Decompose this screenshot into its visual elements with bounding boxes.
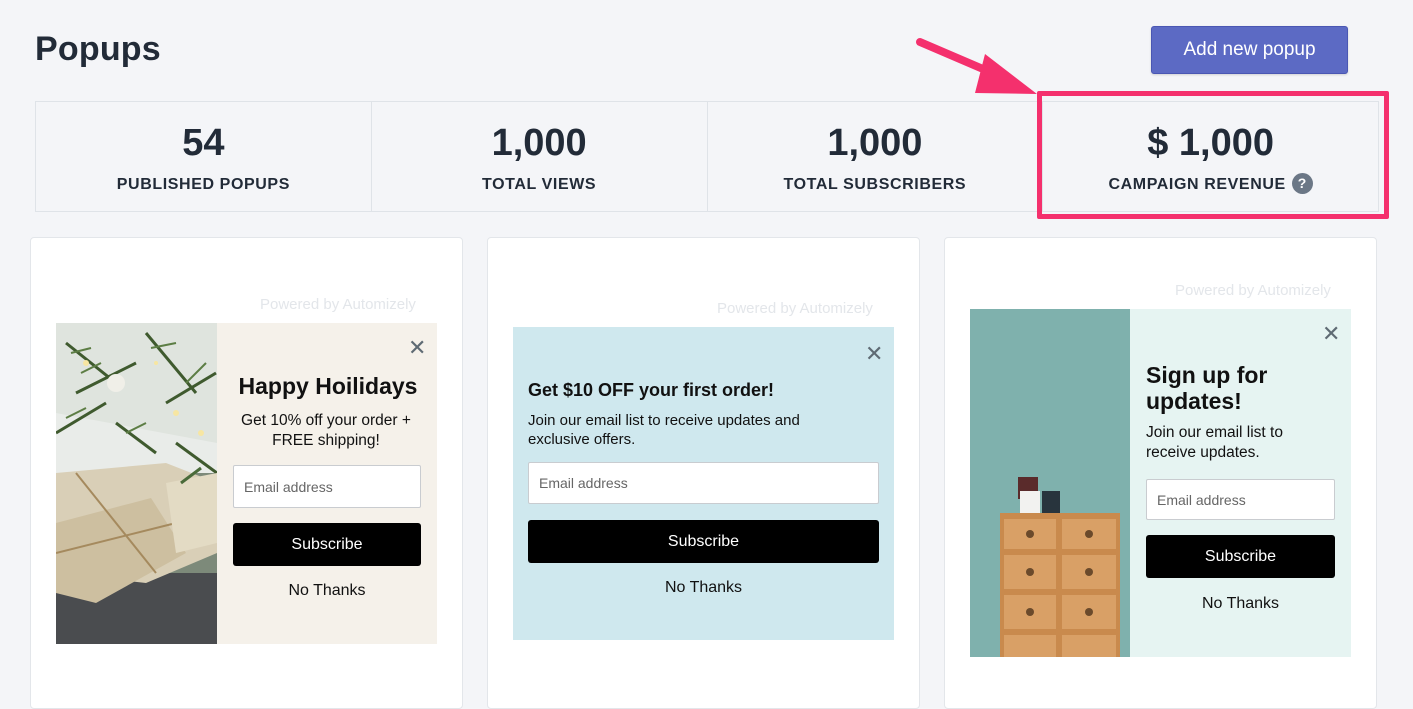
close-icon[interactable]: ✕ (865, 343, 883, 365)
popup-description: Join our email list to receive updates. (1146, 424, 1283, 461)
stat-published-popups: 54 PUBLISHED POPUPS (36, 102, 372, 211)
close-icon[interactable]: ✕ (1322, 323, 1340, 345)
popup-preview: ✕ Get $10 OFF your first order! Join our… (513, 327, 894, 640)
holiday-gifts-image-icon (56, 323, 217, 644)
add-new-popup-button[interactable]: Add new popup (1151, 26, 1348, 74)
stat-value: 1,000 (491, 122, 587, 164)
popup-card-2[interactable]: Powered by Automizely ✕ Get $10 OFF your… (487, 237, 920, 709)
powered-by-text: Powered by Automizely (717, 300, 873, 317)
stat-value: 54 (182, 122, 225, 164)
stat-label: TOTAL SUBSCRIBERS (783, 176, 967, 193)
stat-value: 1,000 (827, 122, 923, 164)
no-thanks-link[interactable]: No Thanks (528, 579, 879, 597)
page-title: Popups (35, 30, 161, 68)
close-icon[interactable]: ✕ (408, 337, 426, 359)
subscribe-button[interactable]: Subscribe (233, 523, 421, 566)
highlight-box (1037, 91, 1389, 219)
email-field[interactable]: Email address (528, 462, 879, 504)
popup-title: Get $10 OFF your first order! (528, 380, 775, 400)
no-thanks-link[interactable]: No Thanks (233, 582, 421, 600)
stat-total-views: 1,000 TOTAL VIEWS (372, 102, 708, 211)
popup-description: Get 10% off your order + FREE shipping! (241, 412, 411, 449)
stat-label: PUBLISHED POPUPS (116, 176, 290, 193)
popup-card-1[interactable]: Powered by Automizely ✕ Happy Hoilidays … (30, 237, 463, 709)
popup-preview: ✕ Sign up for updates! Join our email li… (970, 309, 1351, 657)
email-field[interactable]: Email address (1146, 479, 1335, 520)
popup-description: Join our email list to receive updates a… (528, 412, 800, 448)
email-field[interactable]: Email address (233, 465, 421, 508)
powered-by-text: Powered by Automizely (1175, 282, 1331, 299)
no-thanks-link[interactable]: No Thanks (1146, 595, 1335, 613)
stat-total-subscribers: 1,000 TOTAL SUBSCRIBERS (708, 102, 1044, 211)
popup-title: Sign up for updates! (1146, 362, 1268, 414)
popup-card-3[interactable]: Powered by Automizely ✕ Sign up for upda… (944, 237, 1377, 709)
popup-title: Happy Hoilidays (238, 373, 418, 399)
drawer-cabinet-image-icon (970, 309, 1130, 657)
subscribe-button[interactable]: Subscribe (1146, 535, 1335, 578)
powered-by-text: Powered by Automizely (260, 296, 416, 313)
stat-label: TOTAL VIEWS (482, 176, 597, 193)
subscribe-button[interactable]: Subscribe (528, 520, 879, 563)
annotation-arrow-icon (916, 38, 1037, 94)
popup-preview: ✕ Happy Hoilidays Get 10% off your order… (56, 323, 437, 644)
